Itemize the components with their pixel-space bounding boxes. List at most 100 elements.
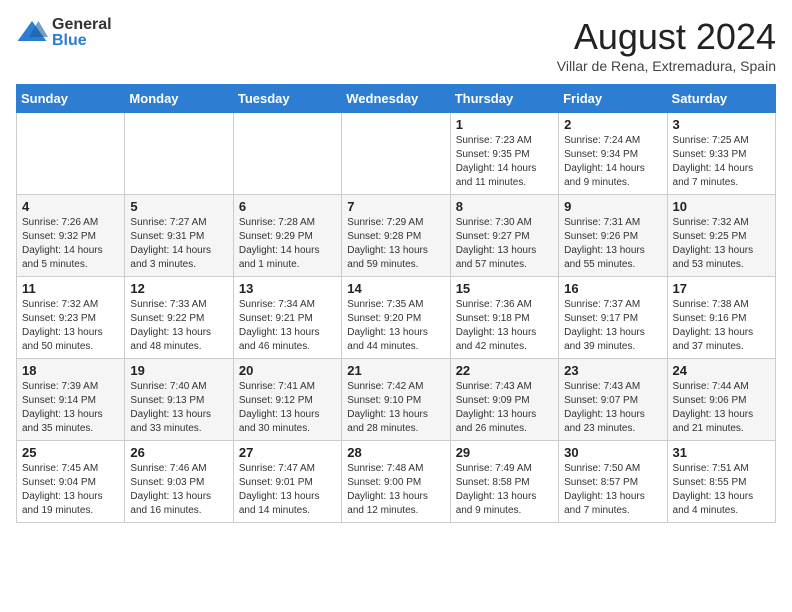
day-number: 20 [239, 363, 336, 378]
day-number: 15 [456, 281, 553, 296]
day-info: Sunrise: 7:40 AM Sunset: 9:13 PM Dayligh… [130, 380, 227, 436]
day-info: Sunrise: 7:38 AM Sunset: 9:16 PM Dayligh… [673, 298, 770, 354]
day-info: Sunrise: 7:24 AM Sunset: 9:34 PM Dayligh… [564, 134, 661, 190]
calendar-cell: 2 Sunrise: 7:24 AM Sunset: 9:34 PM Daylig… [559, 113, 667, 195]
calendar-cell: 25 Sunrise: 7:45 AM Sunset: 9:04 PM Dayli… [17, 441, 125, 523]
day-info: Sunrise: 7:34 AM Sunset: 9:21 PM Dayligh… [239, 298, 336, 354]
weekday-header-thursday: Thursday [450, 85, 558, 113]
calendar-cell: 10 Sunrise: 7:32 AM Sunset: 9:25 PM Dayli… [667, 195, 775, 277]
day-info: Sunrise: 7:35 AM Sunset: 9:20 PM Dayligh… [347, 298, 444, 354]
calendar-cell: 22 Sunrise: 7:43 AM Sunset: 9:09 PM Dayli… [450, 359, 558, 441]
weekday-header-wednesday: Wednesday [342, 85, 450, 113]
day-number: 11 [22, 281, 119, 296]
calendar-cell: 16Sunrise: 7:37 AM Sunset: 9:17 PM Dayli… [559, 277, 667, 359]
calendar-cell: 15 Sunrise: 7:36 AM Sunset: 9:18 PM Dayli… [450, 277, 558, 359]
calendar-cell: 28Sunrise: 7:48 AM Sunset: 9:00 PM Dayli… [342, 441, 450, 523]
day-info: Sunrise: 7:37 AM Sunset: 9:17 PM Dayligh… [564, 298, 661, 354]
calendar-cell: 29 Sunrise: 7:49 AM Sunset: 8:58 PM Dayli… [450, 441, 558, 523]
calendar-cell: 11Sunrise: 7:32 AM Sunset: 9:23 PM Dayli… [17, 277, 125, 359]
day-info: Sunrise: 7:45 AM Sunset: 9:04 PM Dayligh… [22, 462, 119, 518]
calendar-week-row: 11Sunrise: 7:32 AM Sunset: 9:23 PM Dayli… [17, 277, 776, 359]
day-number: 13 [239, 281, 336, 296]
day-number: 3 [673, 117, 770, 132]
day-info: Sunrise: 7:44 AM Sunset: 9:06 PM Dayligh… [673, 380, 770, 436]
day-number: 8 [456, 199, 553, 214]
weekday-header-sunday: Sunday [17, 85, 125, 113]
calendar-cell: 30 Sunrise: 7:50 AM Sunset: 8:57 PM Dayli… [559, 441, 667, 523]
month-year: August 2024 [557, 16, 776, 58]
day-info: Sunrise: 7:43 AM Sunset: 9:09 PM Dayligh… [456, 380, 553, 436]
day-info: Sunrise: 7:43 AM Sunset: 9:07 PM Dayligh… [564, 380, 661, 436]
day-number: 31 [673, 445, 770, 460]
calendar-table: SundayMondayTuesdayWednesdayThursdayFrid… [16, 84, 776, 523]
day-number: 29 [456, 445, 553, 460]
calendar-cell [17, 113, 125, 195]
calendar-cell: 24 Sunrise: 7:44 AM Sunset: 9:06 PM Dayli… [667, 359, 775, 441]
logo-icon [16, 17, 48, 49]
logo-general: General [52, 16, 112, 34]
day-number: 19 [130, 363, 227, 378]
day-info: Sunrise: 7:50 AM Sunset: 8:57 PM Dayligh… [564, 462, 661, 518]
calendar-cell: 3Sunrise: 7:25 AM Sunset: 9:33 PM Daylig… [667, 113, 775, 195]
day-number: 21 [347, 363, 444, 378]
calendar-cell: 14 Sunrise: 7:35 AM Sunset: 9:20 PM Dayli… [342, 277, 450, 359]
day-number: 9 [564, 199, 661, 214]
calendar-cell: 31 Sunrise: 7:51 AM Sunset: 8:55 PM Dayli… [667, 441, 775, 523]
calendar-cell [233, 113, 341, 195]
day-info: Sunrise: 7:36 AM Sunset: 9:18 PM Dayligh… [456, 298, 553, 354]
day-number: 2 [564, 117, 661, 132]
calendar-cell: 13 Sunrise: 7:34 AM Sunset: 9:21 PM Dayli… [233, 277, 341, 359]
calendar-cell: 17Sunrise: 7:38 AM Sunset: 9:16 PM Dayli… [667, 277, 775, 359]
day-info: Sunrise: 7:39 AM Sunset: 9:14 PM Dayligh… [22, 380, 119, 436]
day-info: Sunrise: 7:51 AM Sunset: 8:55 PM Dayligh… [673, 462, 770, 518]
calendar-cell: 4Sunrise: 7:26 AM Sunset: 9:32 PM Daylig… [17, 195, 125, 277]
day-number: 27 [239, 445, 336, 460]
day-number: 1 [456, 117, 553, 132]
day-info: Sunrise: 7:49 AM Sunset: 8:58 PM Dayligh… [456, 462, 553, 518]
calendar-cell: 1Sunrise: 7:23 AM Sunset: 9:35 PM Daylig… [450, 113, 558, 195]
day-info: Sunrise: 7:32 AM Sunset: 9:25 PM Dayligh… [673, 216, 770, 272]
day-info: Sunrise: 7:46 AM Sunset: 9:03 PM Dayligh… [130, 462, 227, 518]
logo-blue: Blue [52, 32, 112, 50]
day-number: 30 [564, 445, 661, 460]
day-number: 7 [347, 199, 444, 214]
location: Villar de Rena, Extremadura, Spain [557, 58, 776, 74]
page-header: General Blue August 2024 Villar de Rena,… [16, 16, 776, 74]
day-info: Sunrise: 7:27 AM Sunset: 9:31 PM Dayligh… [130, 216, 227, 272]
weekday-header-friday: Friday [559, 85, 667, 113]
calendar-cell: 19 Sunrise: 7:40 AM Sunset: 9:13 PM Dayli… [125, 359, 233, 441]
weekday-header-tuesday: Tuesday [233, 85, 341, 113]
day-number: 10 [673, 199, 770, 214]
day-info: Sunrise: 7:31 AM Sunset: 9:26 PM Dayligh… [564, 216, 661, 272]
day-info: Sunrise: 7:33 AM Sunset: 9:22 PM Dayligh… [130, 298, 227, 354]
calendar-cell: 23 Sunrise: 7:43 AM Sunset: 9:07 PM Dayli… [559, 359, 667, 441]
day-info: Sunrise: 7:41 AM Sunset: 9:12 PM Dayligh… [239, 380, 336, 436]
logo: General Blue [16, 16, 112, 49]
day-info: Sunrise: 7:28 AM Sunset: 9:29 PM Dayligh… [239, 216, 336, 272]
day-number: 25 [22, 445, 119, 460]
day-number: 22 [456, 363, 553, 378]
day-number: 24 [673, 363, 770, 378]
calendar-cell: 26Sunrise: 7:46 AM Sunset: 9:03 PM Dayli… [125, 441, 233, 523]
calendar-week-row: 25 Sunrise: 7:45 AM Sunset: 9:04 PM Dayli… [17, 441, 776, 523]
calendar-cell: 20 Sunrise: 7:41 AM Sunset: 9:12 PM Dayli… [233, 359, 341, 441]
weekday-header-monday: Monday [125, 85, 233, 113]
calendar-cell: 9 Sunrise: 7:31 AM Sunset: 9:26 PM Daylig… [559, 195, 667, 277]
title-section: August 2024 Villar de Rena, Extremadura,… [557, 16, 776, 74]
calendar-cell [125, 113, 233, 195]
calendar-cell: 12Sunrise: 7:33 AM Sunset: 9:22 PM Dayli… [125, 277, 233, 359]
calendar-week-row: 18 Sunrise: 7:39 AM Sunset: 9:14 PM Dayli… [17, 359, 776, 441]
day-number: 6 [239, 199, 336, 214]
day-number: 18 [22, 363, 119, 378]
day-number: 23 [564, 363, 661, 378]
day-info: Sunrise: 7:48 AM Sunset: 9:00 PM Dayligh… [347, 462, 444, 518]
day-info: Sunrise: 7:30 AM Sunset: 9:27 PM Dayligh… [456, 216, 553, 272]
day-info: Sunrise: 7:47 AM Sunset: 9:01 PM Dayligh… [239, 462, 336, 518]
day-info: Sunrise: 7:29 AM Sunset: 9:28 PM Dayligh… [347, 216, 444, 272]
day-number: 4 [22, 199, 119, 214]
day-info: Sunrise: 7:42 AM Sunset: 9:10 PM Dayligh… [347, 380, 444, 436]
calendar-week-row: 4Sunrise: 7:26 AM Sunset: 9:32 PM Daylig… [17, 195, 776, 277]
day-number: 14 [347, 281, 444, 296]
calendar-cell [342, 113, 450, 195]
calendar-cell: 7 Sunrise: 7:29 AM Sunset: 9:28 PM Daylig… [342, 195, 450, 277]
